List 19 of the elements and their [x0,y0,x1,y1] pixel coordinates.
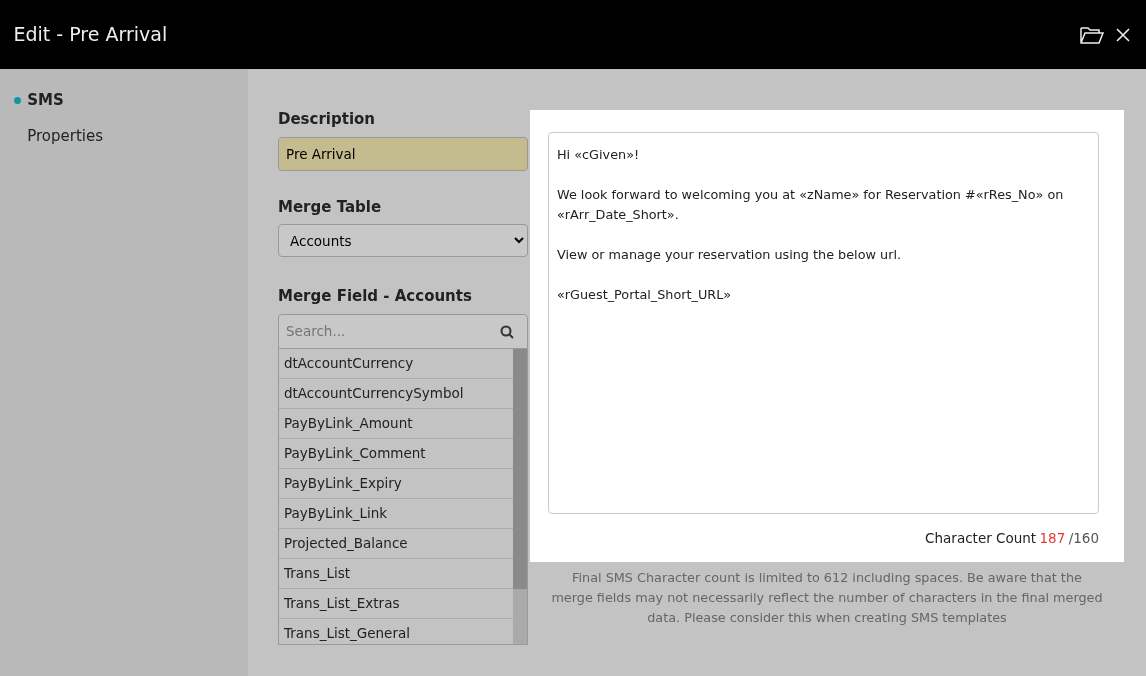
field-label: Merge Field - Accounts [278,286,473,308]
message-paragraph: «rGuest_Portal_Short_URL» [557,286,733,304]
character-count: 187 [1039,528,1066,548]
note-text: Final SMS Character count is limited to 612 including spaces. Be aware that the merge fields may not necessarily reflect the number of characters in the final merged data. Please consider this when creating SMS templates [550,568,1104,627]
search-icon [500,324,514,339]
window-title: Edit - Pre Arrival [13,22,169,48]
message-editor[interactable]: Hi «cGiven»! We look forward to welcoming you at «zName» for Reservation #«rRes_No» on «rArr_Date_Short». View or manage your reservation using the below url. «rGuest_Portal_Short_URL» [548,132,1099,514]
merge-table-select[interactable]: Accounts [278,224,528,258]
message-paragraph: We look forward to welcoming you at «zName» for Reservation #«rRes_No» on «rArr_Date_Short». [557,186,1065,224]
message-paragraph: View or manage your reservation using the below url. [557,246,903,264]
character-count-label: Character Count [925,528,1037,548]
field-label: Description [278,109,377,131]
message-paragraph: Hi «cGiven»! [557,146,641,164]
field-label: Merge Table [278,196,383,218]
character-limit: /160 [1068,528,1099,548]
sidebar-item[interactable]: Properties [13,125,104,148]
description-field[interactable]: Pre Arrival [278,136,528,171]
search-field[interactable]: Search... [278,313,528,349]
sidebar-item[interactable]: SMS [13,89,64,112]
